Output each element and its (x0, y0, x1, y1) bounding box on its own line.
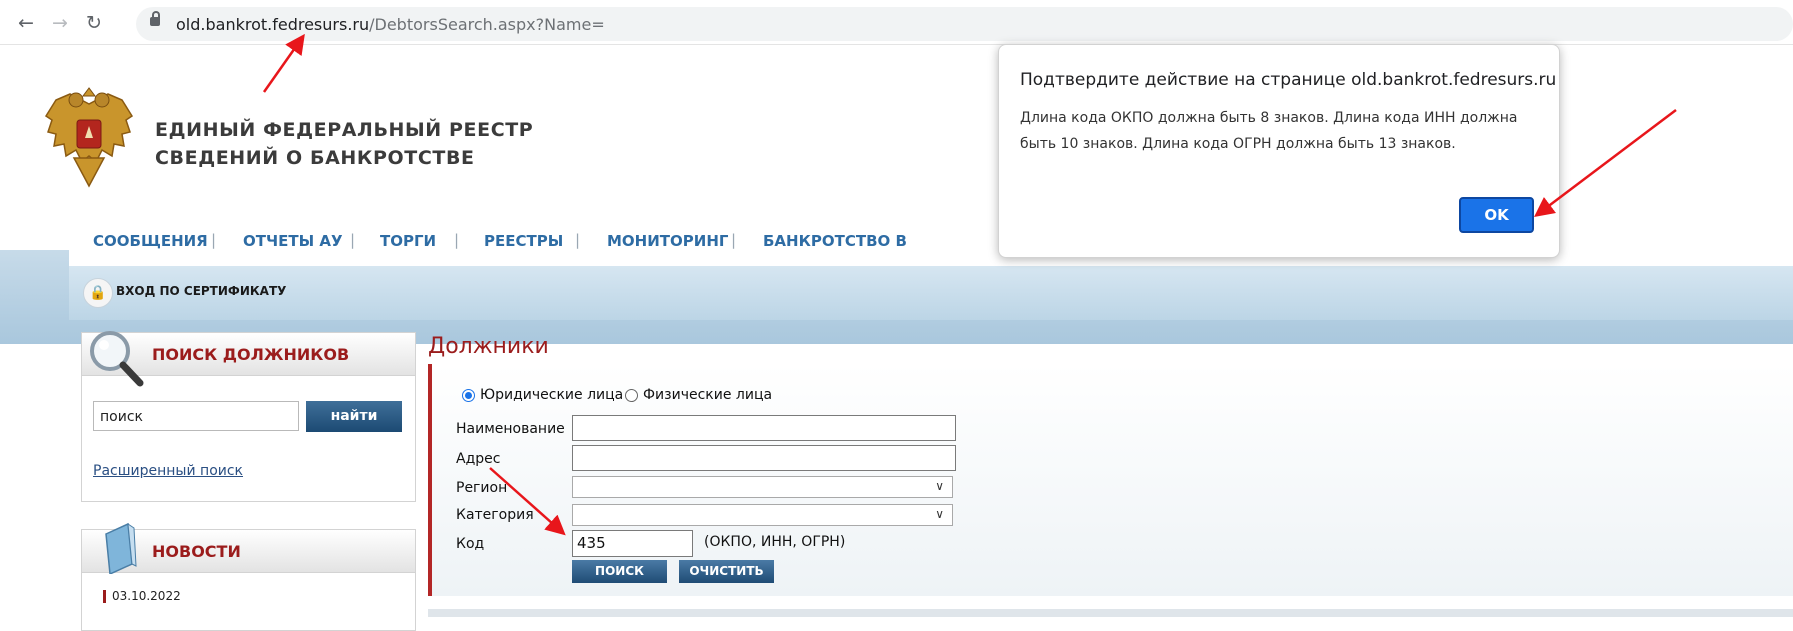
menu-item-auctions[interactable]: ТОРГИ (380, 232, 436, 250)
certificate-bar: 🔒 ВХОД ПО СЕРТИФИКАТУ (69, 266, 1793, 320)
menu-separator: | (731, 231, 737, 249)
dialog-title: Подтвердите действие на странице old.ban… (1020, 70, 1557, 90)
menu-item-reports[interactable]: ОТЧЕТЫ АУ (243, 232, 343, 250)
menu-item-messages[interactable]: СООБЩЕНИЯ (93, 232, 208, 250)
certificate-login-link[interactable]: ВХОД ПО СЕРТИФИКАТУ (116, 284, 286, 298)
content-bottom-strip (428, 609, 1793, 617)
clear-button[interactable]: ОЧИСТИТЬ (679, 560, 774, 583)
forward-arrow-icon[interactable]: → (47, 10, 73, 36)
page-title: Должники (428, 334, 549, 359)
find-button[interactable]: найти (306, 401, 402, 432)
region-label: Регион (456, 480, 508, 496)
debtor-search-panel: ПОИСК ДОЛЖНИКОВ поиск найти Расширенный … (81, 331, 416, 502)
name-field[interactable] (572, 415, 956, 441)
code-hint: (ОКПО, ИНН, ОГРН) (704, 534, 846, 550)
confirm-dialog: Подтвердите действие на странице old.ban… (998, 44, 1560, 258)
menu-separator: | (575, 231, 581, 249)
radio-individuals[interactable] (625, 389, 638, 402)
region-select[interactable]: ∨ (572, 476, 953, 498)
radio-legal-label[interactable]: Юридические лица (480, 387, 623, 403)
search-button[interactable]: ПОИСК (572, 560, 667, 583)
category-select[interactable]: ∨ (572, 504, 953, 526)
dialog-message: Длина кода ОКПО должна быть 8 знаков. Дл… (1020, 110, 1518, 152)
chevron-down-icon: ∨ (935, 507, 944, 521)
menu-separator: | (454, 231, 460, 249)
category-label: Категория (456, 507, 534, 523)
name-label: Наименование (456, 421, 565, 437)
book-icon (105, 522, 137, 574)
ok-button[interactable]: OK (1459, 197, 1534, 233)
search-input[interactable]: поиск (93, 401, 299, 431)
reload-icon[interactable]: ↻ (81, 10, 107, 36)
address-bar[interactable]: old.bankrot.fedresurs.ru/DebtorsSearch.a… (136, 7, 1793, 41)
menu-item-bankruptcy[interactable]: БАНКРОТСТВО В (763, 232, 907, 250)
code-label: Код (456, 536, 485, 552)
news-panel: НОВОСТИ 03.10.2022 (81, 522, 416, 631)
panel-header: ПОИСК ДОЛЖНИКОВ (82, 331, 415, 387)
radio-legal-entities[interactable] (462, 389, 475, 402)
chevron-down-icon: ∨ (935, 479, 944, 493)
radio-individuals-label[interactable]: Физические лица (643, 387, 772, 403)
back-arrow-icon[interactable]: ← (13, 10, 39, 36)
site-title-line2: СВЕДЕНИЙ О БАНКРОТСТВЕ (155, 147, 475, 169)
url-text[interactable]: old.bankrot.fedresurs.ru/DebtorsSearch.a… (176, 15, 605, 34)
site-title: ЕДИНЫЙ ФЕДЕРАЛЬНЫЙ РЕЕСТР СВЕДЕНИЙ О БАН… (155, 116, 533, 172)
panel-header: НОВОСТИ (82, 522, 415, 574)
panel-title: ПОИСК ДОЛЖНИКОВ (152, 345, 350, 364)
news-date[interactable]: 03.10.2022 (103, 590, 181, 603)
code-field[interactable]: 435 (572, 530, 693, 557)
arrow-to-url (262, 33, 305, 93)
menu-item-monitoring[interactable]: МОНИТОРИНГ (607, 232, 728, 250)
magnifier-icon (90, 331, 144, 387)
debtor-search-form: Юридические лица Физические лица Наимено… (428, 364, 1793, 596)
emblem-icon (44, 87, 134, 188)
certificate-lock-icon[interactable]: 🔒 (83, 278, 113, 308)
panel-title: НОВОСТИ (152, 542, 241, 561)
browser-toolbar: ← → ↻ old.bankrot.fedresurs.ru/DebtorsSe… (0, 0, 1793, 45)
address-label: Адрес (456, 451, 501, 467)
menu-separator: | (350, 231, 356, 249)
menu-separator: | (211, 231, 217, 249)
advanced-search-link[interactable]: Расширенный поиск (93, 463, 243, 479)
address-field[interactable] (572, 445, 956, 471)
lock-icon[interactable] (150, 11, 160, 26)
menu-item-registries[interactable]: РЕЕСТРЫ (484, 232, 563, 250)
site-title-line1: ЕДИНЫЙ ФЕДЕРАЛЬНЫЙ РЕЕСТР (155, 119, 534, 141)
